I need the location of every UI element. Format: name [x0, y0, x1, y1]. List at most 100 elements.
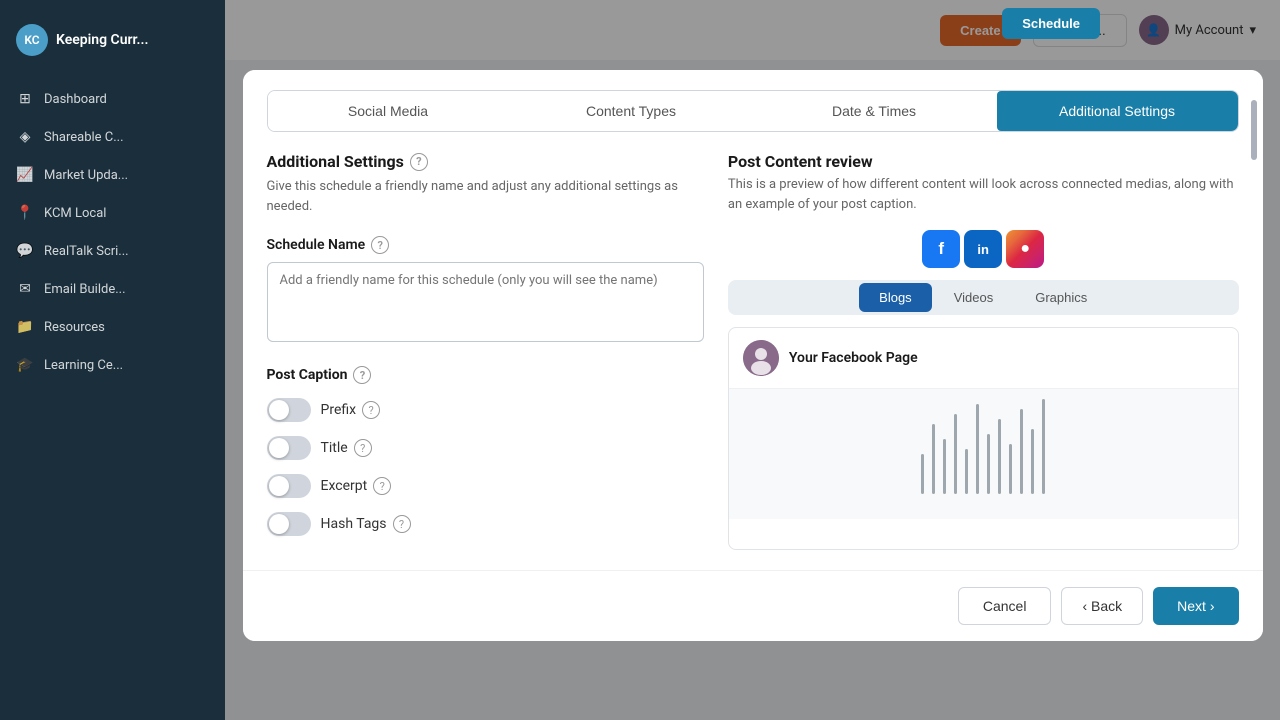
sidebar-item-email-builder[interactable]: ✉ Email Builde... [0, 270, 225, 308]
tab-date-times[interactable]: Date & Times [754, 91, 995, 131]
sidebar-item-shareable[interactable]: ◈ Shareable C... [0, 118, 225, 156]
tab-content-types[interactable]: Content Types [511, 91, 752, 131]
modal-scrollbar[interactable] [1251, 132, 1257, 570]
preview-page-name: Your Facebook Page [789, 350, 918, 366]
social-icons-bar: f in ● [728, 230, 1239, 268]
modal-dialog: Social Media Content Types Date & Times … [243, 70, 1263, 641]
schedule-name-help-icon[interactable]: ? [371, 236, 389, 254]
logo-icon: KC [16, 24, 48, 56]
back-button[interactable]: ‹ Back [1061, 587, 1143, 625]
post-caption-label: Post Caption ? [267, 366, 704, 384]
toggle-row-prefix: Prefix ? [267, 398, 704, 422]
schedule-name-input[interactable] [267, 262, 704, 342]
modal-header: Social Media Content Types Date & Times … [243, 70, 1263, 132]
tab-additional-settings[interactable]: Additional Settings [997, 91, 1238, 131]
excerpt-help-icon[interactable]: ? [373, 477, 391, 495]
email-icon: ✉ [16, 280, 34, 298]
toggle-label-excerpt: Excerpt ? [321, 477, 392, 495]
sidebar-item-learning[interactable]: 🎓 Learning Ce... [0, 346, 225, 384]
schedule-button-container: Schedule [1002, 8, 1100, 39]
sidebar-item-resources[interactable]: 📁 Resources [0, 308, 225, 346]
schedule-name-label: Schedule Name ? [267, 236, 704, 254]
content-preview-box: Your Facebook Page [728, 327, 1239, 550]
toggle-hashtags[interactable] [267, 512, 311, 536]
sidebar-item-market[interactable]: 📈 Market Upda... [0, 156, 225, 194]
toggle-label-prefix: Prefix ? [321, 401, 381, 419]
next-button[interactable]: Next › [1153, 587, 1238, 625]
content-tab-graphics[interactable]: Graphics [1015, 283, 1107, 312]
bar-3 [943, 439, 946, 494]
shareable-icon: ◈ [16, 128, 34, 146]
sidebar-label-learning: Learning Ce... [44, 358, 123, 373]
toggle-label-hashtags: Hash Tags ? [321, 515, 411, 533]
main-content: Create Search... 👤 My Account ▾ Social M… [225, 0, 1280, 720]
bar-6 [976, 404, 979, 494]
sidebar-item-realtalk[interactable]: 💬 RealTalk Scri... [0, 232, 225, 270]
preview-chart [911, 404, 1055, 504]
bar-9 [1009, 444, 1012, 494]
preview-image-area [729, 389, 1238, 519]
bar-8 [998, 419, 1001, 494]
hashtags-help-icon[interactable]: ? [393, 515, 411, 533]
sidebar-label-shareable: Shareable C... [44, 130, 124, 145]
realtalk-icon: 💬 [16, 242, 34, 260]
tab-social-media[interactable]: Social Media [268, 91, 509, 131]
title-help-icon[interactable]: ? [410, 153, 428, 171]
sidebar-label-realtalk: RealTalk Scri... [44, 244, 129, 259]
scrollbar-thumb[interactable] [1251, 132, 1257, 160]
bar-1 [921, 454, 924, 494]
preview-header: Your Facebook Page [729, 328, 1238, 389]
schedule-button[interactable]: Schedule [1002, 8, 1100, 39]
content-tabs: Blogs Videos Graphics [728, 280, 1239, 315]
modal-overlay: Social Media Content Types Date & Times … [225, 0, 1280, 720]
resources-icon: 📁 [16, 318, 34, 336]
toggle-label-title: Title ? [321, 439, 372, 457]
post-content-review-desc: This is a preview of how different conte… [728, 175, 1239, 214]
sidebar-item-kcm-local[interactable]: 📍 KCM Local [0, 194, 225, 232]
bar-2 [932, 424, 935, 494]
facebook-social-btn[interactable]: f [922, 230, 960, 268]
left-panel: Additional Settings ? Give this schedule… [267, 152, 704, 550]
right-panel: Post Content review This is a preview of… [728, 152, 1239, 550]
modal-footer: Cancel ‹ Back Next › [243, 570, 1263, 641]
sidebar: KC Keeping Curr... ⊞ Dashboard ◈ Shareab… [0, 0, 225, 720]
toggle-prefix[interactable] [267, 398, 311, 422]
sidebar-label-dashboard: Dashboard [44, 92, 107, 107]
tab-bar: Social Media Content Types Date & Times … [267, 90, 1239, 132]
sidebar-label-kcmlocal: KCM Local [44, 206, 106, 221]
market-icon: 📈 [16, 166, 34, 184]
toggle-row-excerpt: Excerpt ? [267, 474, 704, 498]
kcmlocal-icon: 📍 [16, 204, 34, 222]
toggle-title[interactable] [267, 436, 311, 460]
dashboard-icon: ⊞ [16, 90, 34, 108]
content-tab-videos[interactable]: Videos [934, 283, 1014, 312]
toggle-excerpt[interactable] [267, 474, 311, 498]
bar-7 [987, 434, 990, 494]
sidebar-label-email: Email Builde... [44, 282, 126, 297]
sidebar-label-market: Market Upda... [44, 168, 128, 183]
additional-settings-title: Additional Settings ? [267, 152, 704, 171]
learning-icon: 🎓 [16, 356, 34, 374]
prefix-help-icon[interactable]: ? [362, 401, 380, 419]
post-content-review-title: Post Content review [728, 152, 1239, 171]
preview-avatar [743, 340, 779, 376]
bar-4 [954, 414, 957, 494]
toggle-row-hashtags: Hash Tags ? [267, 512, 704, 536]
logo-text: Keeping Curr... [56, 32, 149, 48]
bar-5 [965, 449, 968, 494]
bar-10 [1020, 409, 1023, 494]
content-tab-blogs[interactable]: Blogs [859, 283, 932, 312]
post-caption-help-icon[interactable]: ? [353, 366, 371, 384]
title-help-icon2[interactable]: ? [354, 439, 372, 457]
sidebar-item-dashboard[interactable]: ⊞ Dashboard [0, 80, 225, 118]
toggle-row-title: Title ? [267, 436, 704, 460]
linkedin-social-btn[interactable]: in [964, 230, 1002, 268]
bar-12 [1042, 399, 1045, 494]
sidebar-label-resources: Resources [44, 320, 105, 335]
cancel-button[interactable]: Cancel [958, 587, 1052, 625]
bar-11 [1031, 429, 1034, 494]
app-background: KC Keeping Curr... ⊞ Dashboard ◈ Shareab… [0, 0, 1280, 720]
additional-settings-desc: Give this schedule a friendly name and a… [267, 177, 704, 216]
modal-body: Additional Settings ? Give this schedule… [243, 132, 1263, 570]
instagram-social-btn[interactable]: ● [1006, 230, 1044, 268]
